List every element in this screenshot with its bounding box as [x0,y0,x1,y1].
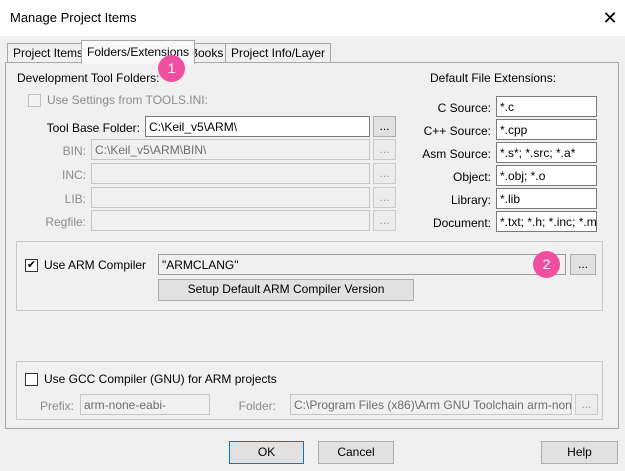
manage-project-items-dialog: Manage Project Items ✕ Project Items Fol… [0,0,625,471]
library-extension-input[interactable]: *.lib [496,188,597,209]
help-button[interactable]: Help [541,441,618,464]
inc-folder-input[interactable] [91,163,370,184]
annotation-badge-2: 2 [533,251,560,278]
tab-project-info-layer[interactable]: Project Info/Layer [225,43,332,63]
document-extension-input[interactable]: *.txt; *.h; *.inc; *.md [496,211,597,232]
c-source-extension-input[interactable]: *.c [496,96,597,117]
lib-folder-input[interactable] [91,187,370,208]
document-label: Document: [432,216,491,230]
library-label: Library: [450,193,491,207]
cancel-button[interactable]: Cancel [318,441,394,464]
lib-label: LIB: [64,192,86,206]
object-extension-input[interactable]: *.obj; *.o [496,165,597,186]
window-title: Manage Project Items [10,10,137,25]
lib-browse-button[interactable]: ... [373,187,396,208]
tab-project-items[interactable]: Project Items [7,43,90,63]
asm-source-extension-input[interactable]: *.s*; *.src; *.a* [496,142,597,163]
close-icon[interactable]: ✕ [598,6,622,30]
tool-base-folder-label: Tool Base Folder: [46,121,140,135]
gcc-folder-label: Folder: [238,399,276,413]
regfile-input[interactable] [91,210,370,231]
tool-folders-heading: Development Tool Folders: [17,71,160,85]
gcc-folder-browse-button[interactable]: ... [575,394,598,415]
gcc-prefix-label: Prefix: [39,399,74,413]
use-settings-checkbox[interactable] [28,94,41,107]
title-bar: Manage Project Items ✕ [0,0,625,36]
inc-label: INC: [62,168,86,182]
cpp-source-label: C++ Source: [423,124,491,138]
tool-base-folder-input[interactable]: C:\Keil_v5\ARM\ [145,116,370,137]
asm-source-label: Asm Source: [422,147,491,161]
cpp-source-extension-input[interactable]: *.cpp [496,119,597,140]
use-gcc-compiler-checkbox[interactable] [25,373,38,386]
use-settings-label: Use Settings from TOOLS.INI: [47,93,208,107]
bin-label: BIN: [62,144,86,158]
annotation-badge-1: 1 [158,55,185,82]
c-source-label: C Source: [437,101,491,115]
tool-base-folder-browse-button[interactable]: ... [373,116,396,137]
use-arm-compiler-label: Use ARM Compiler [44,258,147,272]
setup-default-arm-compiler-button[interactable]: Setup Default ARM Compiler Version [158,279,414,301]
gcc-prefix-input[interactable]: arm-none-eabi- [80,394,210,415]
use-gcc-compiler-label: Use GCC Compiler (GNU) for ARM projects [44,372,277,386]
bin-browse-button[interactable]: ... [373,139,396,160]
inc-browse-button[interactable]: ... [373,163,396,184]
bin-folder-input[interactable]: C:\Keil_v5\ARM\BIN\ [91,139,370,160]
arm-compiler-select[interactable]: "ARMCLANG" [158,254,566,275]
regfile-label: Regfile: [45,215,86,229]
gcc-folder-input[interactable]: C:\Program Files (x86)\Arm GNU Toolchain… [290,394,572,415]
extensions-heading: Default File Extensions: [430,71,557,85]
object-label: Object: [452,170,491,184]
ok-button[interactable]: OK [229,441,304,464]
use-arm-compiler-checkbox[interactable]: ✔ [25,259,38,272]
arm-compiler-browse-button[interactable]: ... [570,254,596,275]
regfile-browse-button[interactable]: ... [373,210,396,231]
